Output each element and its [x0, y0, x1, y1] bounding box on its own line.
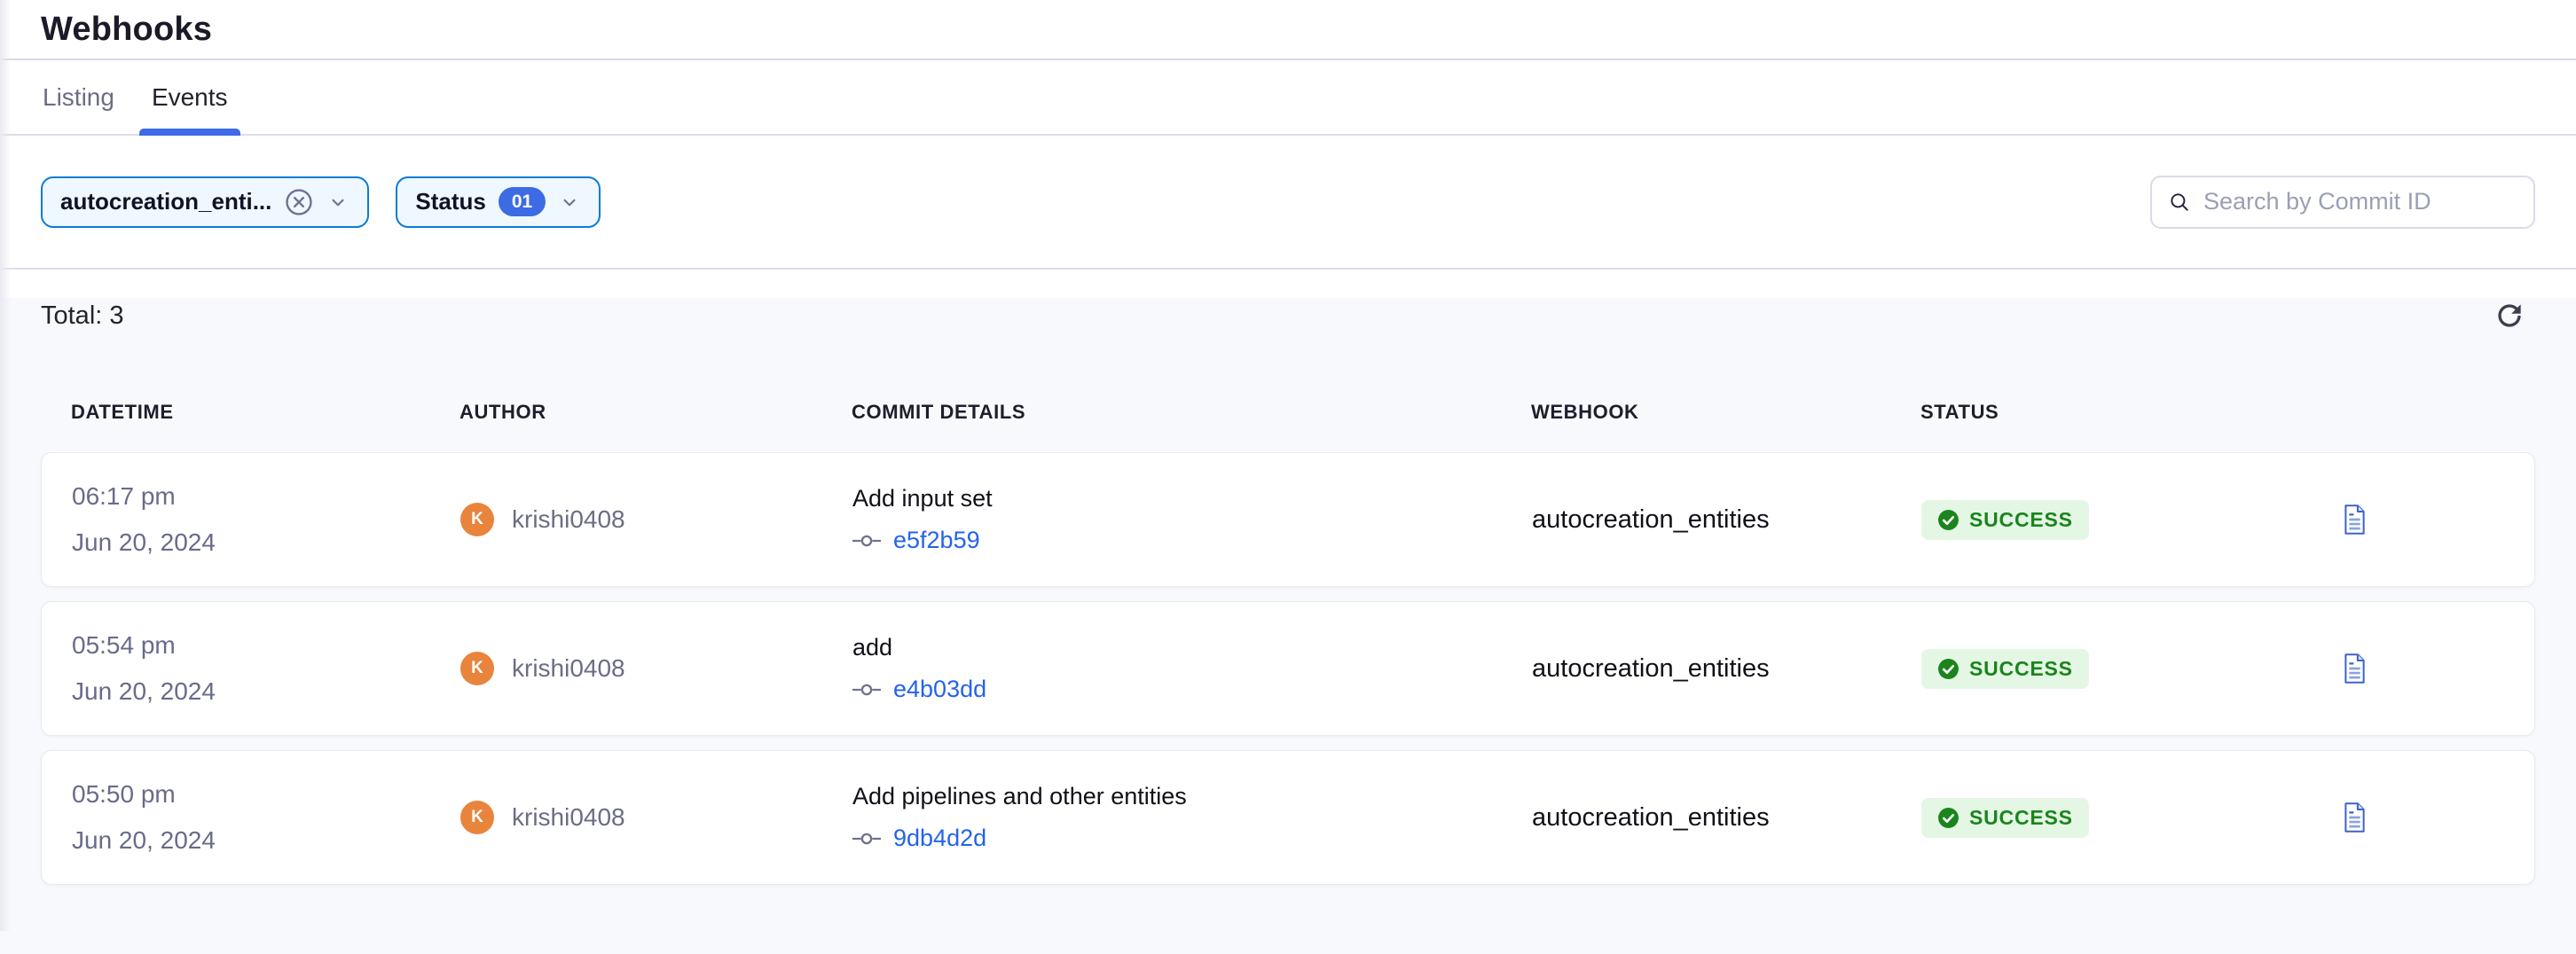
commit-message: Add input set	[852, 485, 1532, 512]
search-box[interactable]	[2150, 176, 2535, 229]
author-name: krishi0408	[512, 803, 625, 832]
commit-details-cell: Add input set e5f2b59	[852, 485, 1532, 554]
status-badge: SUCCESS	[1921, 649, 2089, 689]
event-date: Jun 20, 2024	[72, 520, 460, 566]
tab-events-label: Events	[152, 83, 228, 112]
col-header-datetime: DATETIME	[71, 401, 459, 424]
event-time: 05:50 pm	[72, 771, 460, 817]
col-header-webhook: WEBHOOK	[1531, 401, 1920, 424]
col-header-commit-details: COMMIT DETAILS	[852, 401, 1531, 424]
datetime-cell: 06:17 pm Jun 20, 2024	[72, 473, 460, 566]
status-badge: SUCCESS	[1921, 798, 2089, 838]
status-label: SUCCESS	[1969, 657, 2073, 681]
commit-line: e4b03dd	[852, 676, 1532, 703]
commit-id-link[interactable]: 9db4d2d	[893, 825, 986, 852]
chevron-down-icon[interactable]	[558, 191, 581, 214]
commit-line: 9db4d2d	[852, 825, 1532, 852]
action-cell	[2341, 502, 2534, 537]
payload-details-button[interactable]	[2341, 651, 2368, 686]
search-input[interactable]	[2203, 188, 2517, 215]
close-circle-icon[interactable]	[284, 187, 314, 217]
status-label: SUCCESS	[1969, 806, 2073, 830]
payload-details-button[interactable]	[2341, 800, 2368, 835]
document-icon	[2343, 653, 2367, 684]
table-row: 06:17 pm Jun 20, 2024 K krishi0408 Add i…	[41, 452, 2535, 587]
table-header: DATETIME AUTHOR COMMIT DETAILS WEBHOOK S…	[41, 399, 2535, 426]
tab-listing-label: Listing	[43, 83, 114, 112]
webhook-name: autocreation_entities	[1532, 505, 1921, 535]
col-header-author: AUTHOR	[459, 401, 852, 424]
author-cell: K krishi0408	[460, 801, 852, 834]
datetime-cell: 05:50 pm Jun 20, 2024	[72, 771, 460, 864]
status-label: SUCCESS	[1969, 508, 2073, 532]
author-name: krishi0408	[512, 505, 625, 534]
check-circle-icon	[1937, 658, 1959, 680]
commit-details-cell: add e4b03dd	[852, 634, 1532, 703]
payload-details-button[interactable]	[2341, 502, 2368, 537]
event-time: 06:17 pm	[72, 473, 460, 520]
table-row: 05:54 pm Jun 20, 2024 K krishi0408 add e…	[41, 601, 2535, 736]
document-icon	[2343, 802, 2367, 833]
chevron-down-icon[interactable]	[326, 191, 349, 214]
author-name: krishi0408	[512, 654, 625, 683]
tab-events[interactable]: Events	[139, 60, 240, 134]
title-bar: Webhooks	[0, 0, 2576, 60]
author-cell: K krishi0408	[460, 652, 852, 685]
author-cell: K krishi0408	[460, 503, 852, 536]
total-count: Total: 3	[41, 301, 124, 331]
commit-line: e5f2b59	[852, 527, 1532, 554]
webhook-name: autocreation_entities	[1532, 803, 1921, 833]
commit-icon	[852, 683, 881, 697]
check-circle-icon	[1937, 509, 1959, 531]
webhook-filter-chip[interactable]: autocreation_enti...	[41, 176, 369, 228]
action-cell	[2341, 800, 2534, 835]
status-filter-label: Status	[415, 188, 485, 215]
status-filter-chip[interactable]: Status 01	[396, 176, 601, 228]
status-badge: SUCCESS	[1921, 500, 2089, 540]
avatar: K	[460, 652, 494, 685]
commit-icon	[852, 832, 881, 846]
table-row: 05:50 pm Jun 20, 2024 K krishi0408 Add p…	[41, 750, 2535, 885]
refresh-icon	[2493, 299, 2526, 332]
summary-row: Total: 3	[41, 298, 2535, 333]
datetime-cell: 05:54 pm Jun 20, 2024	[72, 622, 460, 715]
commit-message: add	[852, 634, 1532, 661]
tab-bar: Listing Events	[0, 60, 2576, 136]
tab-listing[interactable]: Listing	[30, 60, 127, 134]
events-content: Total: 3 DATETIME AUTHOR COMMIT DETAILS …	[0, 298, 2576, 954]
event-time: 05:54 pm	[72, 622, 460, 669]
webhook-filter-label: autocreation_enti...	[60, 188, 271, 215]
document-icon	[2343, 504, 2367, 536]
avatar: K	[460, 503, 494, 536]
check-circle-icon	[1937, 807, 1959, 829]
filter-bar: autocreation_enti... Status 01	[0, 136, 2576, 270]
event-date: Jun 20, 2024	[72, 817, 460, 864]
commit-message: Add pipelines and other entities	[852, 783, 1532, 810]
status-count-badge: 01	[499, 187, 546, 216]
refresh-button[interactable]	[2491, 297, 2528, 334]
commit-id-link[interactable]: e5f2b59	[893, 527, 980, 554]
page-title: Webhooks	[41, 11, 212, 49]
search-icon	[2168, 189, 2191, 215]
avatar: K	[460, 801, 494, 834]
col-header-status: STATUS	[1920, 401, 2340, 424]
events-list: 06:17 pm Jun 20, 2024 K krishi0408 Add i…	[41, 452, 2535, 885]
commit-details-cell: Add pipelines and other entities 9db4d2d	[852, 783, 1532, 852]
action-cell	[2341, 651, 2534, 686]
commit-id-link[interactable]: e4b03dd	[893, 676, 986, 703]
event-date: Jun 20, 2024	[72, 669, 460, 715]
commit-icon	[852, 534, 881, 548]
webhook-name: autocreation_entities	[1532, 654, 1921, 684]
